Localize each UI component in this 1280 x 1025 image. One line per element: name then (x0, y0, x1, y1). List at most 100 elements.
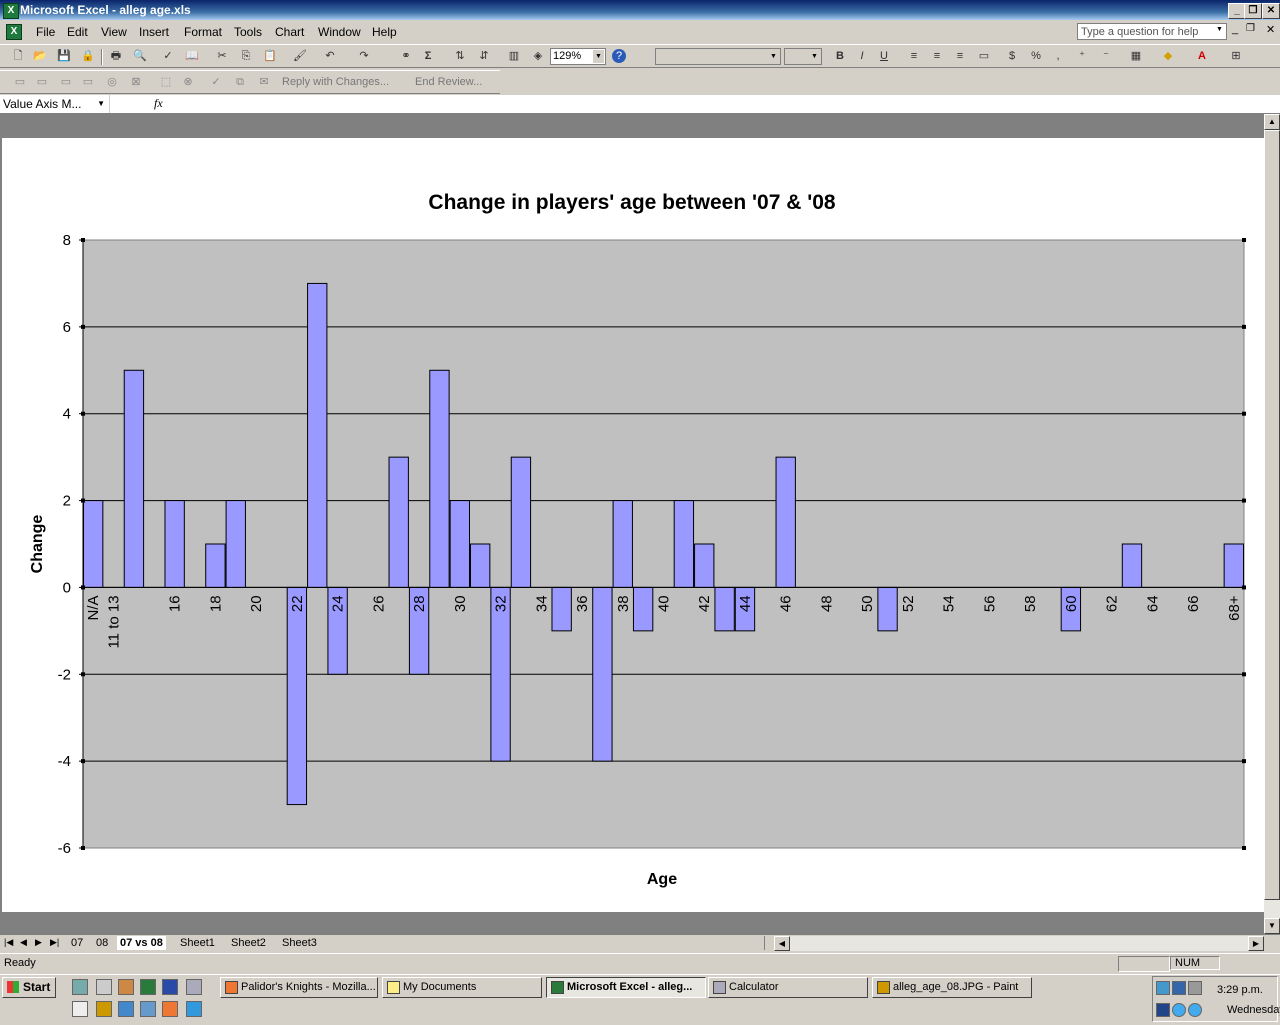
bar[interactable] (307, 282, 328, 588)
help-icon[interactable]: ? (612, 49, 626, 63)
menu-format[interactable]: Format (184, 25, 222, 39)
update-tray-icon[interactable] (1188, 1003, 1202, 1017)
comment-icon[interactable]: ▭ (12, 75, 28, 90)
align-right-icon[interactable]: ≡ (952, 49, 968, 64)
bar[interactable] (673, 500, 695, 588)
menu-view[interactable]: View (101, 25, 127, 39)
menu-file[interactable]: File (36, 25, 55, 39)
bar[interactable] (510, 456, 532, 588)
currency-icon[interactable]: $ (1004, 49, 1020, 64)
menu-chart[interactable]: Chart (275, 25, 304, 39)
accept-icon[interactable]: ✓ (208, 75, 224, 90)
reply-with-changes-button[interactable]: Reply with Changes... (282, 76, 389, 88)
paste-icon[interactable]: 📋 (262, 49, 278, 64)
volume-tray-icon[interactable] (1188, 981, 1202, 995)
desktop-icon[interactable] (140, 1001, 156, 1017)
task-paint[interactable]: alleg_age_08.JPG - Paint (872, 977, 1032, 998)
insert-function-button[interactable]: fx (154, 96, 163, 111)
bar[interactable] (429, 369, 450, 588)
bar[interactable] (205, 543, 226, 588)
chart-area[interactable]: 8 6 4 2 0 -2 -4 -6 N/A 11 to 13 16 18 20 22 24 26 28 30 32… (2, 138, 1264, 912)
previous-sheet-icon[interactable]: ◀ (20, 937, 27, 948)
align-left-icon[interactable]: ≡ (906, 49, 922, 64)
tab-08[interactable]: 08 (93, 936, 111, 950)
permission-icon[interactable]: 🔒 (80, 49, 96, 64)
scroll-up-button[interactable]: ▲ (1264, 114, 1280, 130)
menu-insert[interactable]: Insert (139, 25, 169, 39)
bar-chart[interactable]: 86420-2-4-6N/A 11 to 13 16 18 20 22 24 26 28 30 32… (2, 138, 1264, 912)
doc-minimize-icon[interactable]: _ (1232, 23, 1238, 35)
previous-comment-icon[interactable]: ▭ (34, 75, 50, 90)
bar[interactable] (164, 500, 185, 588)
bar[interactable] (1121, 543, 1143, 588)
borders-icon[interactable]: ▦ (1128, 49, 1144, 64)
folder-icon[interactable] (72, 1001, 88, 1017)
menu-tools[interactable]: Tools (234, 25, 262, 39)
tab-07-vs-08[interactable]: 07 vs 08 (117, 936, 166, 950)
autosum-icon[interactable]: Σ (420, 49, 436, 64)
font-size-select[interactable]: ▼ (784, 48, 822, 65)
toolbar-options-icon[interactable]: ⊞ (1228, 49, 1244, 64)
tab-07[interactable]: 07 (68, 936, 86, 950)
tab-sheet1[interactable]: Sheet1 (177, 936, 218, 950)
drawing-icon[interactable]: ◈ (530, 49, 546, 64)
menu-edit[interactable]: Edit (67, 25, 88, 39)
bar[interactable] (714, 586, 735, 632)
print-icon[interactable]: 🖶 (108, 49, 124, 64)
vertical-scrollbar[interactable]: ▲ ▼ (1264, 114, 1280, 934)
security-tray-icon[interactable] (1172, 981, 1186, 995)
task-excel[interactable]: Microsoft Excel - alleg... (546, 977, 706, 998)
bar[interactable] (592, 586, 613, 762)
scroll-right-button[interactable]: ▶ (1248, 936, 1264, 951)
bold-icon[interactable]: B (832, 49, 848, 64)
print-preview-icon[interactable]: 🔍 (132, 49, 148, 64)
network-icon[interactable] (118, 1001, 134, 1017)
italic-icon[interactable]: I (854, 49, 870, 64)
last-sheet-icon[interactable]: ▶| (50, 937, 59, 948)
monitor-tray-icon[interactable] (1156, 1003, 1170, 1017)
open-icon[interactable]: 📂 (32, 49, 48, 64)
task-calculator[interactable]: Calculator (708, 977, 868, 998)
menu-window[interactable]: Window (318, 25, 361, 39)
bar[interactable] (877, 586, 898, 632)
formula-input[interactable] (172, 95, 1280, 113)
align-center-icon[interactable]: ≡ (929, 49, 945, 64)
menu-help[interactable]: Help (372, 25, 397, 39)
bar[interactable] (225, 500, 246, 588)
save-icon[interactable]: 💾 (56, 49, 72, 64)
matlab-icon[interactable] (118, 979, 134, 995)
excel-app-icon[interactable]: X (3, 3, 19, 19)
font-name-select[interactable]: ▼ (655, 48, 781, 65)
scroll-down-button[interactable]: ▼ (1264, 918, 1280, 934)
redo-icon[interactable]: ↷ (356, 49, 372, 64)
doc-close-icon[interactable]: ✕ (1266, 23, 1275, 36)
bar[interactable] (694, 543, 715, 588)
ie-icon[interactable] (186, 1001, 202, 1017)
font-color-icon[interactable]: A (1194, 49, 1210, 64)
increase-decimal-icon[interactable]: ⁺ (1074, 49, 1090, 64)
bar[interactable] (490, 586, 511, 762)
reject-icon[interactable]: ⊗ (180, 75, 196, 90)
bar[interactable] (388, 456, 409, 588)
scroll-thumb[interactable] (1264, 130, 1280, 900)
next-comment-icon[interactable]: ▭ (58, 75, 74, 90)
bar[interactable] (632, 586, 654, 632)
bar[interactable] (83, 500, 104, 588)
plot-area[interactable] (82, 239, 1245, 849)
decrease-decimal-icon[interactable]: ⁻ (1098, 49, 1114, 64)
comma-style-icon[interactable]: , (1050, 49, 1066, 64)
spelling-icon[interactable]: ✓ (160, 49, 176, 64)
firefox-icon[interactable] (162, 1001, 178, 1017)
bar[interactable] (1223, 543, 1244, 588)
tab-sheet2[interactable]: Sheet2 (228, 936, 269, 950)
fill-color-icon[interactable]: ◆ (1160, 49, 1176, 64)
notepad-icon[interactable] (96, 979, 112, 995)
word-icon[interactable] (162, 979, 178, 995)
horizontal-scrollbar[interactable] (790, 936, 1248, 951)
bar[interactable] (286, 586, 308, 806)
paint-icon[interactable] (96, 1001, 112, 1017)
close-button[interactable]: ✕ (1262, 3, 1280, 19)
delete-comment-icon[interactable]: ⊠ (128, 75, 144, 90)
excel-icon[interactable] (140, 979, 156, 995)
next-sheet-icon[interactable]: ▶ (35, 937, 42, 948)
